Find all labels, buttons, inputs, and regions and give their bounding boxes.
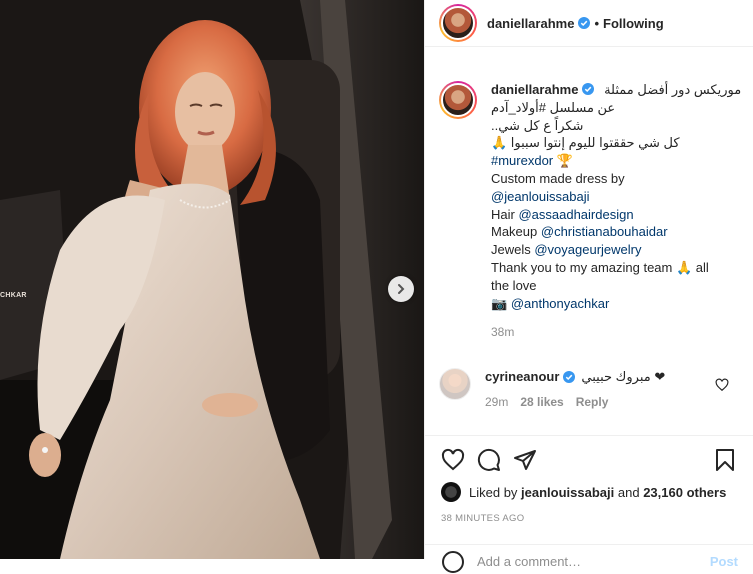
heart-icon[interactable] [715, 378, 729, 392]
caption-text-segment: Thank you to my amazing team 🙏 all [491, 259, 709, 275]
caption-text: daniellarahme موريكس دور أفضل ممثلة عن م… [491, 81, 741, 342]
caption-line: Hair @assaadhairdesign [491, 206, 741, 224]
liked-by-label: Liked by [469, 484, 518, 500]
author-username[interactable]: daniellarahme [487, 16, 574, 31]
caption-text-segment: Makeup [491, 224, 541, 240]
caption-arabic-line: كل شي حققتوا لليوم إنتوا سببوا 🙏 [491, 135, 680, 151]
caption-line: @jeanlouissabaji [491, 188, 741, 206]
caption-line: 📷 @anthonyachkar [491, 295, 741, 313]
next-photo-button[interactable] [388, 276, 414, 302]
mention-link[interactable]: @christianabouhaidar [541, 224, 668, 239]
following-button[interactable]: Following [603, 16, 664, 31]
liker-avatar[interactable] [441, 482, 461, 502]
verified-icon [582, 83, 595, 95]
caption-line: the love [491, 277, 741, 295]
action-icons [441, 448, 741, 474]
post-header: daniellarahme • Following [425, 0, 753, 47]
post-actions: Liked by jeanlouissabaji and 23,160 othe… [425, 435, 753, 573]
caption-text-segment: 📷 [491, 295, 511, 311]
caption-line: Custom made dress by [491, 170, 741, 188]
likes-count[interactable]: 23,160 others [643, 485, 726, 500]
comment: cyrineanour مبروك حبيبي ❤ 29m 28 likes R… [439, 368, 744, 409]
verified-icon [578, 17, 591, 29]
caption-line: Thank you to my amazing team 🙏 all [491, 259, 741, 277]
mention-link[interactable]: @assaadhairdesign [518, 207, 633, 222]
liked-by: Liked by jeanlouissabaji and 23,160 othe… [441, 482, 726, 502]
caption-author-avatar[interactable] [439, 81, 477, 119]
caption-arabic-line: عن مسلسل #أولاد_آدم [491, 99, 616, 115]
caption-arabic-line: موريكس دور أفضل ممثلة [604, 82, 742, 97]
bookmark-icon[interactable] [713, 448, 737, 472]
caption-line: Makeup @christianabouhaidar [491, 223, 741, 241]
post-timestamp[interactable]: 38 MINUTES AGO [441, 513, 524, 524]
instagram-post: CHKAR daniellarahme • Following daniella… [0, 0, 753, 573]
liker-username[interactable]: jeanlouissabaji [521, 485, 614, 500]
comment-line: cyrineanour مبروك حبيبي ❤ [485, 368, 665, 386]
comment-likes[interactable]: 28 likes [520, 395, 563, 409]
post-comment-button[interactable]: Post [710, 554, 738, 569]
chevron-right-icon [398, 284, 405, 294]
comment-icon[interactable] [477, 448, 501, 472]
comment-body: cyrineanour مبروك حبيبي ❤ 29m 28 likes R… [485, 368, 665, 409]
caption-username[interactable]: daniellarahme [491, 82, 578, 97]
caption-line: Jewels @voyageurjewelry [491, 241, 741, 259]
verified-icon [563, 371, 576, 383]
caption-arabic-line: شكراً ع كل شي.. [491, 117, 584, 133]
comment-time[interactable]: 29m [485, 395, 508, 409]
caption: daniellarahme موريكس دور أفضل ممثلة عن م… [439, 81, 744, 342]
comment-text: مبروك حبيبي ❤ [581, 369, 666, 384]
hashtag-link[interactable]: #murexdor 🏆 [491, 152, 741, 170]
caption-text-segment: Jewels [491, 242, 535, 258]
reply-button[interactable]: Reply [576, 395, 609, 409]
caption-timestamp[interactable]: 38m [491, 324, 741, 342]
author-avatar[interactable] [439, 4, 477, 42]
add-comment-input[interactable]: Add a comment… [477, 554, 581, 569]
heart-icon[interactable] [441, 448, 465, 472]
post-comments-area: daniellarahme موريكس دور أفضل ممثلة عن م… [425, 48, 753, 435]
commenter-username[interactable]: cyrineanour [485, 368, 559, 386]
caption-text-segment: Hair [491, 206, 519, 222]
emoji-icon[interactable] [441, 550, 465, 574]
add-comment-bar: Add a comment… Post [425, 544, 753, 573]
separator-dot: • [594, 15, 599, 31]
share-icon[interactable] [513, 448, 537, 472]
post-photo[interactable]: CHKAR [0, 0, 424, 559]
mention-link[interactable]: @voyageurjewelry [534, 242, 641, 257]
commenter-avatar[interactable] [439, 368, 471, 400]
mention-link[interactable]: @anthonyachkar [511, 296, 609, 311]
caption-first-line: daniellarahme موريكس دور أفضل ممثلة [491, 81, 741, 99]
comment-meta: 29m 28 likes Reply [485, 395, 665, 409]
caption-text-segment: Custom made dress by [491, 170, 625, 186]
photo-watermark: CHKAR [0, 292, 27, 299]
mention-link[interactable]: @jeanlouissabaji [491, 189, 589, 204]
post-side-panel: daniellarahme • Following daniellarahme … [424, 0, 753, 573]
caption-text-segment: the love [491, 277, 537, 293]
photo-scene [0, 0, 424, 559]
and-label: and [617, 484, 640, 500]
